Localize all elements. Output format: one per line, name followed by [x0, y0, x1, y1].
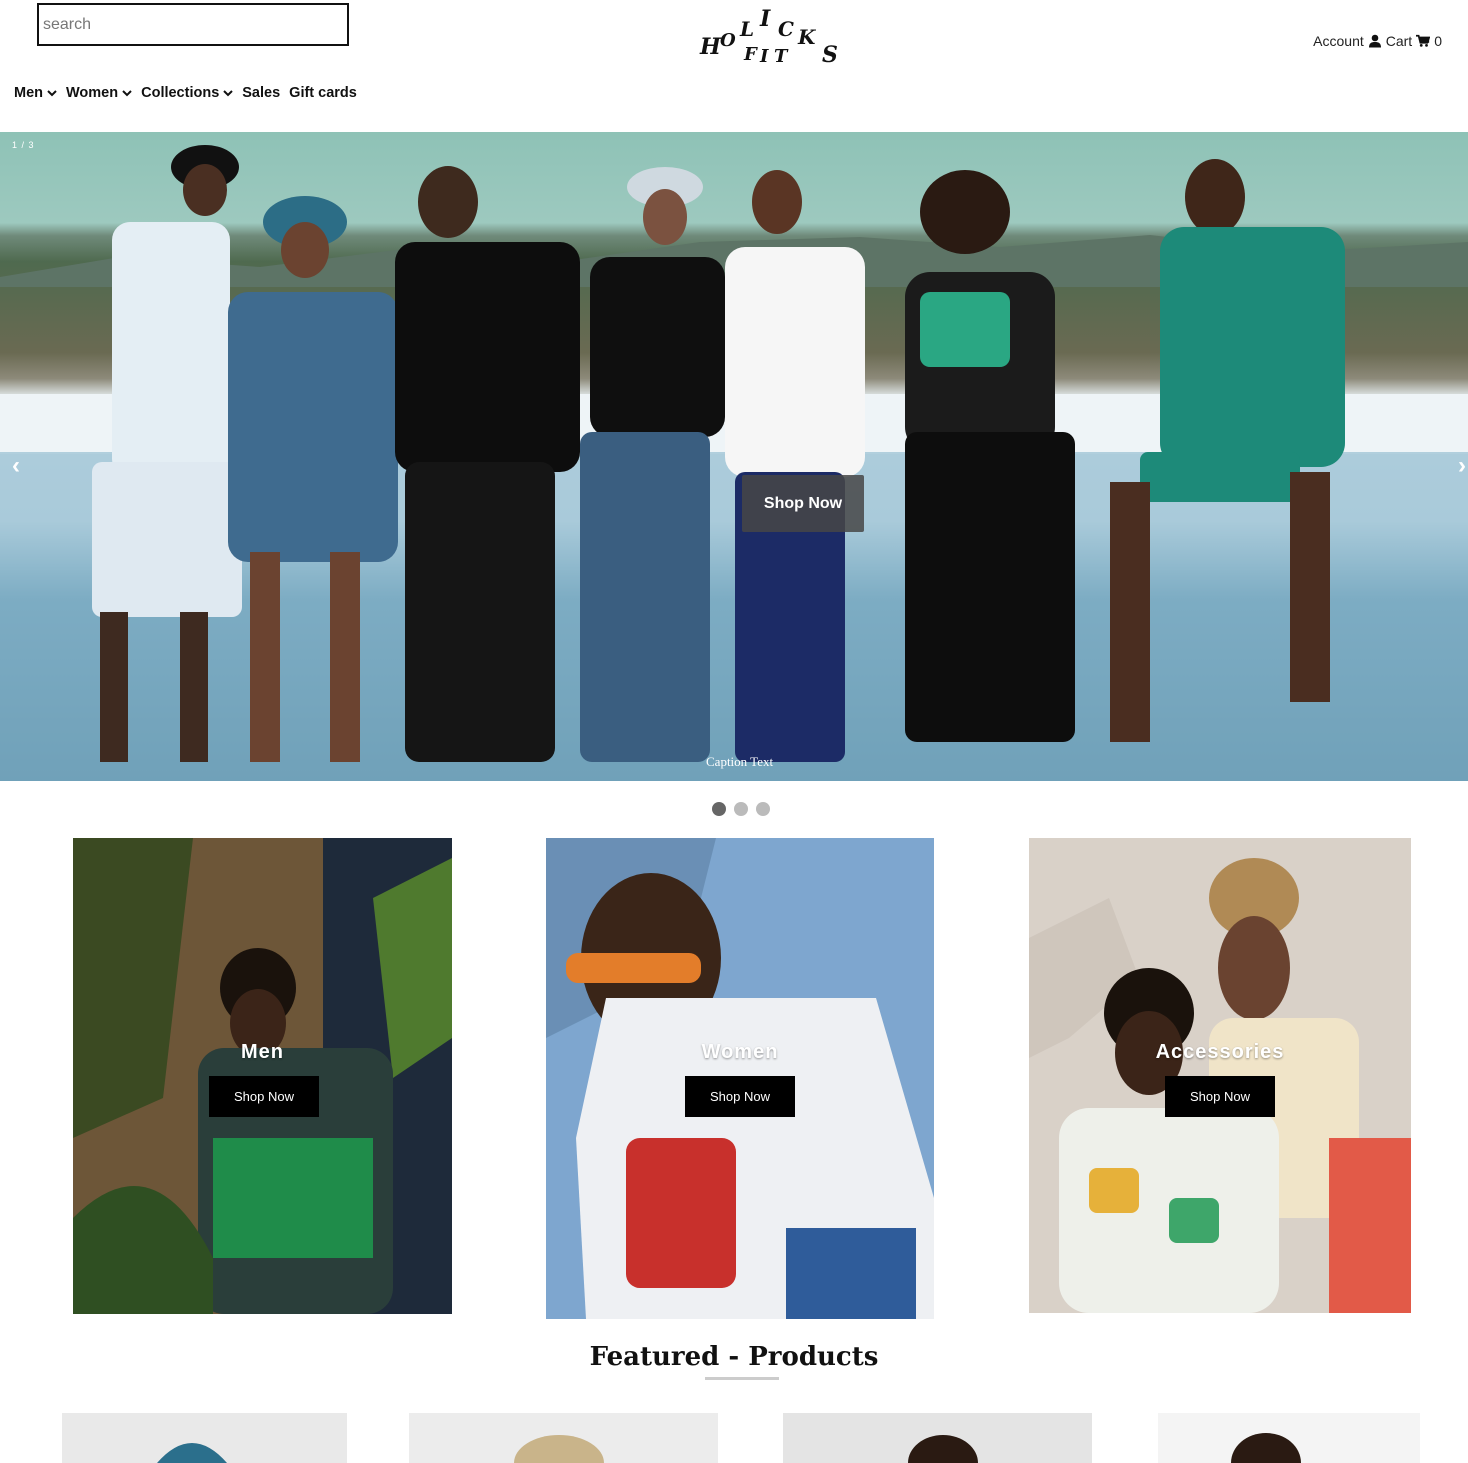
- prev-slide-button[interactable]: ‹: [12, 452, 20, 480]
- category-tile-women[interactable]: Women Shop Now: [546, 838, 934, 1319]
- next-slide-button[interactable]: ›: [1458, 452, 1466, 480]
- heading-underline: [705, 1377, 779, 1380]
- accessories-shop-now-button[interactable]: Shop Now: [1165, 1076, 1275, 1117]
- product-image: [1158, 1413, 1420, 1463]
- svg-text:C: C: [778, 17, 794, 41]
- nav-item-men[interactable]: Men: [14, 85, 57, 101]
- svg-text:S: S: [822, 42, 838, 68]
- product-card-2[interactable]: [409, 1413, 718, 1463]
- hero-shop-now-button[interactable]: Shop Now: [742, 475, 864, 532]
- product-image: [409, 1413, 718, 1463]
- nav-item-gift-cards[interactable]: Gift cards: [289, 85, 357, 101]
- nav-label: Gift cards: [289, 85, 357, 101]
- hero-caption: Caption Text: [706, 754, 774, 769]
- user-icon[interactable]: [1368, 34, 1382, 48]
- nav-item-sales[interactable]: Sales: [242, 85, 280, 101]
- nav-label: Sales: [242, 85, 281, 101]
- account-cart-area: Account Cart 0: [1313, 33, 1442, 49]
- category-tile-accessories[interactable]: Accessories Shop Now: [1029, 838, 1411, 1313]
- slide-dot-1[interactable]: [712, 802, 726, 816]
- site-logo[interactable]: H O L I C K S F I T: [698, 6, 850, 68]
- hero-slideshow: 1 / 3 ‹ › Shop Now Caption Text: [0, 132, 1468, 781]
- search-input[interactable]: [39, 5, 347, 44]
- nav-label: Women: [66, 85, 119, 101]
- product-image: [62, 1413, 347, 1463]
- slide-dot-2[interactable]: [734, 802, 748, 816]
- chevron-down-icon: [122, 90, 132, 97]
- logo-graphic: H O L I C K S F I T: [699, 6, 838, 68]
- slide-dot-3[interactable]: [756, 802, 770, 816]
- search-box[interactable]: [37, 3, 349, 46]
- svg-text:I: I: [759, 46, 769, 67]
- category-title: Women: [701, 1041, 779, 1063]
- svg-text:L: L: [739, 17, 754, 41]
- cart-icon[interactable]: [1416, 34, 1431, 48]
- product-card-4[interactable]: [1158, 1413, 1420, 1463]
- category-title: Men: [241, 1041, 284, 1063]
- nav-item-women[interactable]: Women: [66, 85, 132, 101]
- slide-dots: [712, 802, 770, 816]
- svg-text:H: H: [699, 34, 722, 60]
- women-shop-now-button[interactable]: Shop Now: [685, 1076, 795, 1117]
- category-title: Accessories: [1155, 1041, 1285, 1063]
- hero-image: [0, 145, 1468, 781]
- product-image: [783, 1413, 1092, 1463]
- nav-label: Collections: [141, 85, 220, 101]
- svg-text:I: I: [759, 6, 771, 32]
- account-link[interactable]: Account: [1313, 33, 1364, 49]
- main-nav: Men Women Collections Sales Gift cards: [14, 85, 366, 101]
- chevron-down-icon: [223, 90, 233, 97]
- svg-text:T: T: [774, 46, 789, 67]
- chevron-down-icon: [47, 90, 57, 97]
- cart-count: 0: [1434, 33, 1442, 49]
- product-card-3[interactable]: [783, 1413, 1092, 1463]
- cart-link[interactable]: Cart: [1386, 33, 1412, 49]
- svg-text:F: F: [743, 44, 758, 65]
- svg-text:K: K: [797, 25, 817, 49]
- product-card-1[interactable]: [62, 1413, 347, 1463]
- category-tile-men[interactable]: Men Shop Now: [73, 838, 452, 1314]
- men-shop-now-button[interactable]: Shop Now: [209, 1076, 319, 1117]
- nav-item-collections[interactable]: Collections: [141, 85, 233, 101]
- svg-text:O: O: [720, 30, 736, 51]
- nav-label: Men: [14, 85, 43, 101]
- featured-products-heading: Featured - Products: [589, 1342, 879, 1372]
- slide-counter: 1 / 3: [12, 140, 35, 150]
